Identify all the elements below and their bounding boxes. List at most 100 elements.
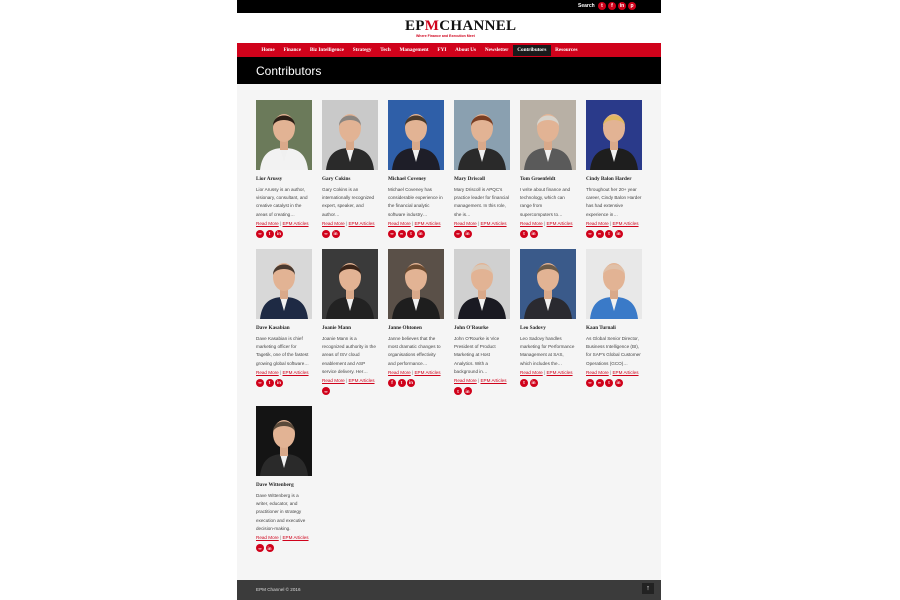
contributor-name[interactable]: Cindy Balon Harder — [586, 176, 644, 182]
contributor-photo[interactable] — [454, 249, 510, 319]
site-logo[interactable]: EPMCHANNEL Where Finance and Execution M… — [405, 19, 516, 41]
search-link[interactable]: Search — [578, 3, 595, 9]
link-icon[interactable]: ∞ — [256, 544, 264, 553]
linkedin-icon[interactable]: in — [614, 229, 623, 238]
epm-articles-link[interactable]: EPM Articles — [348, 378, 374, 383]
contributor-name[interactable]: Joanie Mann — [322, 325, 380, 331]
epm-articles-link[interactable]: EPM Articles — [612, 221, 638, 226]
contributor-name[interactable]: Michael Coveney — [388, 176, 446, 182]
contributor-photo[interactable] — [322, 249, 378, 319]
contributor-photo[interactable] — [586, 100, 642, 170]
nav-item-strategy[interactable]: Strategy — [348, 43, 376, 57]
linkedin-icon[interactable]: in — [265, 544, 274, 553]
linkedin-icon[interactable]: in — [275, 229, 283, 238]
link-icon[interactable]: ∞ — [388, 229, 396, 238]
link-icon[interactable]: ∞ — [586, 378, 594, 387]
contributor-photo[interactable] — [256, 406, 312, 476]
nav-item-tech[interactable]: Tech — [376, 43, 395, 57]
epm-articles-link[interactable]: EPM Articles — [546, 370, 572, 375]
back-to-top-button[interactable]: ↑ — [642, 583, 654, 594]
nav-item-resources[interactable]: Resources — [551, 43, 582, 57]
facebook-icon[interactable]: f — [388, 378, 396, 387]
epm-articles-link[interactable]: EPM Articles — [282, 221, 308, 226]
nav-item-fyi[interactable]: FYI — [433, 43, 451, 57]
epm-articles-link[interactable]: EPM Articles — [282, 535, 308, 540]
contributor-name[interactable]: Janne Ohtonen — [388, 325, 446, 331]
link-icon[interactable]: ∞ — [256, 378, 264, 387]
nav-item-home[interactable]: Home — [257, 43, 279, 57]
read-more-link[interactable]: Read More — [256, 370, 279, 375]
read-more-link[interactable]: Read More — [520, 221, 543, 226]
contributor-name[interactable]: John O'Rourke — [454, 325, 512, 331]
twitter-icon[interactable]: t — [265, 229, 274, 238]
epm-articles-link[interactable]: EPM Articles — [546, 221, 572, 226]
read-more-link[interactable]: Read More — [454, 221, 477, 226]
twitter-icon[interactable]: t — [265, 378, 274, 387]
linkedin-icon[interactable]: in — [463, 229, 472, 238]
facebook-icon[interactable]: f — [608, 2, 616, 10]
contributor-photo[interactable] — [520, 249, 576, 319]
twitter-icon[interactable]: t — [598, 2, 606, 10]
read-more-link[interactable]: Read More — [520, 370, 543, 375]
read-more-link[interactable]: Read More — [454, 378, 477, 383]
contributor-name[interactable]: Lior Arussy — [256, 176, 314, 182]
contributor-name[interactable]: Gary Cokins — [322, 176, 380, 182]
epm-articles-link[interactable]: EPM Articles — [414, 370, 440, 375]
contributor-photo[interactable] — [256, 100, 312, 170]
epm-articles-link[interactable]: EPM Articles — [480, 221, 506, 226]
read-more-link[interactable]: Read More — [586, 370, 609, 375]
read-more-link[interactable]: Read More — [322, 378, 345, 383]
epm-articles-link[interactable]: EPM Articles — [480, 378, 506, 383]
contributor-photo[interactable] — [322, 100, 378, 170]
link-icon[interactable]: ∞ — [595, 378, 604, 387]
nav-item-newsletter[interactable]: Newsletter — [480, 43, 512, 57]
nav-item-about-us[interactable]: About Us — [451, 43, 481, 57]
contributor-name[interactable]: Tom Groenfeldt — [520, 176, 578, 182]
nav-item-management[interactable]: Management — [395, 43, 433, 57]
linkedin-icon[interactable]: in — [331, 229, 340, 238]
contributor-name[interactable]: Dave Kasabian — [256, 325, 314, 331]
contributor-name[interactable]: Mary Driscoll — [454, 176, 512, 182]
read-more-link[interactable]: Read More — [586, 221, 609, 226]
epm-articles-link[interactable]: EPM Articles — [348, 221, 374, 226]
nav-item-finance[interactable]: Finance — [279, 43, 305, 57]
read-more-link[interactable]: Read More — [388, 370, 411, 375]
read-more-link[interactable]: Read More — [388, 221, 411, 226]
link-icon[interactable]: ∞ — [595, 229, 604, 238]
epm-articles-link[interactable]: EPM Articles — [612, 370, 638, 375]
link-icon[interactable]: ∞ — [322, 387, 330, 396]
twitter-icon[interactable]: t — [454, 387, 462, 396]
nav-item-contributors[interactable]: Contributors — [512, 44, 551, 56]
contributor-photo[interactable] — [256, 249, 312, 319]
contributor-photo[interactable] — [388, 100, 444, 170]
link-icon[interactable]: ∞ — [586, 229, 594, 238]
read-more-link[interactable]: Read More — [256, 221, 279, 226]
link-icon[interactable]: ∞ — [454, 229, 462, 238]
twitter-icon[interactable]: t — [407, 229, 415, 238]
linkedin-icon[interactable]: in — [463, 387, 472, 396]
contributor-name[interactable]: Kaan Turnali — [586, 325, 644, 331]
epm-articles-link[interactable]: EPM Articles — [414, 221, 440, 226]
contributor-photo[interactable] — [388, 249, 444, 319]
read-more-link[interactable]: Read More — [322, 221, 345, 226]
linkedin-icon[interactable]: in — [614, 378, 623, 387]
contributor-name[interactable]: Leo Sadovy — [520, 325, 578, 331]
contributor-name[interactable]: Dave Wittenberg — [256, 482, 314, 488]
linkedin-icon[interactable]: in — [416, 229, 425, 238]
twitter-icon[interactable]: t — [605, 229, 613, 238]
linkedin-icon[interactable]: in — [529, 229, 538, 238]
twitter-icon[interactable]: t — [397, 378, 406, 387]
link-icon[interactable]: ∞ — [322, 229, 330, 238]
twitter-icon[interactable]: t — [520, 229, 528, 238]
contributor-photo[interactable] — [586, 249, 642, 319]
linkedin-icon[interactable]: in — [618, 2, 626, 10]
contributor-photo[interactable] — [520, 100, 576, 170]
linkedin-icon[interactable]: in — [529, 378, 538, 387]
contributor-photo[interactable] — [454, 100, 510, 170]
twitter-icon[interactable]: t — [605, 378, 613, 387]
epm-articles-link[interactable]: EPM Articles — [282, 370, 308, 375]
link-icon[interactable]: ∞ — [397, 229, 406, 238]
pinterest-icon[interactable]: p — [628, 2, 636, 10]
link-icon[interactable]: ∞ — [256, 229, 264, 238]
twitter-icon[interactable]: t — [520, 378, 528, 387]
